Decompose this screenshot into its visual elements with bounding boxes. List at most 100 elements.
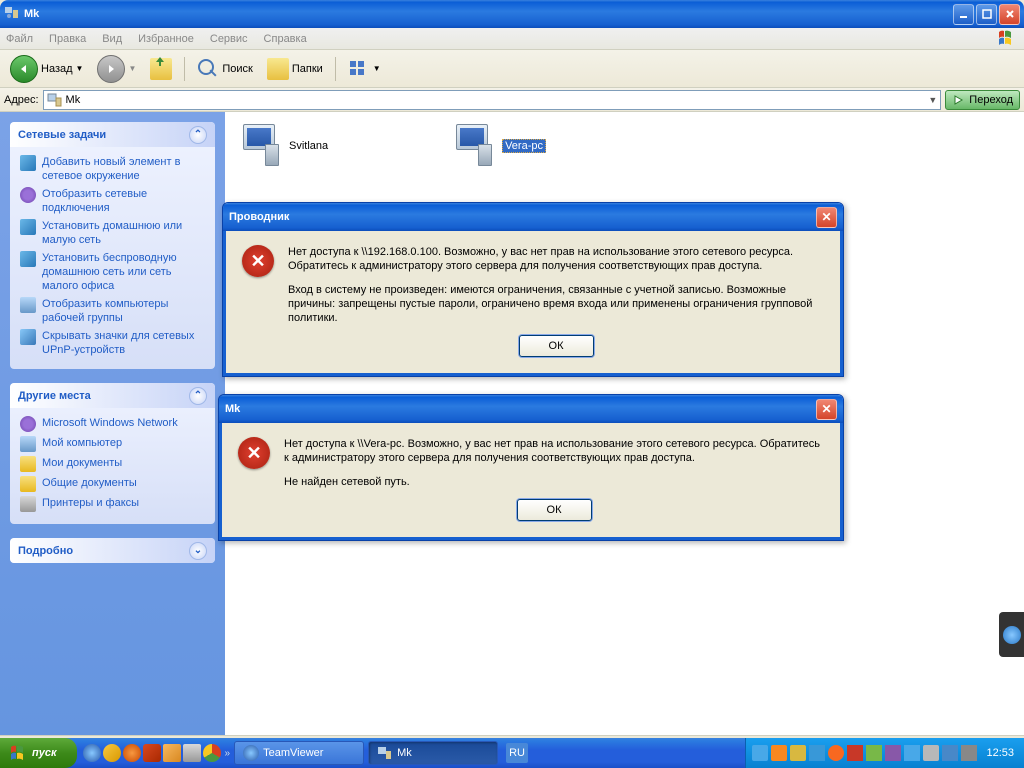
chrome-icon[interactable] bbox=[203, 744, 221, 762]
close-button[interactable] bbox=[999, 4, 1020, 25]
ie-icon[interactable] bbox=[83, 744, 101, 762]
app-icon[interactable] bbox=[103, 744, 121, 762]
tray-icon[interactable] bbox=[942, 745, 958, 761]
task-hide-upnp[interactable]: Скрывать значки для сетевых UPnP-устройс… bbox=[20, 329, 205, 357]
dialog-titlebar[interactable]: Проводник ✕ bbox=[223, 203, 843, 231]
tray-icon[interactable] bbox=[885, 745, 901, 761]
place-ms-network[interactable]: Microsoft Windows Network bbox=[20, 416, 205, 432]
task-label: Отобразить компьютеры рабочей группы bbox=[42, 297, 205, 325]
go-button[interactable]: Переход bbox=[945, 90, 1020, 110]
task-label: Установить беспроводную домашнюю сеть ил… bbox=[42, 251, 205, 293]
place-label: Microsoft Windows Network bbox=[42, 416, 178, 430]
panel-header[interactable]: Сетевые задачи ⌃ bbox=[10, 122, 215, 147]
clock[interactable]: 12:53 bbox=[986, 747, 1014, 759]
menu-file[interactable]: Файл bbox=[6, 33, 33, 45]
forward-button[interactable]: ▼ bbox=[91, 53, 142, 85]
toolbar: Назад ▼ ▼ Поиск Папки ▼ bbox=[0, 50, 1024, 88]
expand-icon: ⌄ bbox=[189, 542, 207, 560]
menu-help[interactable]: Справка bbox=[264, 33, 307, 45]
place-my-documents[interactable]: Мои документы bbox=[20, 456, 205, 472]
dropdown-icon[interactable]: ▼ bbox=[928, 95, 937, 105]
computer-vera-pc[interactable]: Vera-pc bbox=[448, 122, 628, 170]
tray-icon[interactable] bbox=[771, 745, 787, 761]
tray-icon[interactable] bbox=[828, 745, 844, 761]
address-input[interactable]: Mk ▼ bbox=[43, 90, 942, 110]
details-panel: Подробно ⌄ bbox=[10, 538, 215, 563]
dialog-close-button[interactable]: ✕ bbox=[816, 399, 837, 420]
dialog-titlebar[interactable]: Mk ✕ bbox=[219, 395, 843, 423]
dialog-close-button[interactable]: ✕ bbox=[816, 207, 837, 228]
tray-icon[interactable] bbox=[904, 745, 920, 761]
menu-tools[interactable]: Сервис bbox=[210, 33, 248, 45]
tray-icon[interactable] bbox=[847, 745, 863, 761]
folder-icon bbox=[20, 456, 36, 472]
tray-icon[interactable] bbox=[752, 745, 768, 761]
place-shared-documents[interactable]: Общие документы bbox=[20, 476, 205, 492]
task-label: Mk bbox=[397, 747, 412, 759]
dropdown-icon: ▼ bbox=[373, 64, 381, 73]
up-button[interactable] bbox=[144, 56, 178, 82]
app-icon[interactable] bbox=[163, 744, 181, 762]
folders-button[interactable]: Папки bbox=[261, 56, 329, 82]
home-net-icon bbox=[20, 219, 36, 235]
ok-button[interactable]: ОК bbox=[517, 499, 592, 521]
menu-favorites[interactable]: Избранное bbox=[138, 33, 194, 45]
tray-icon[interactable] bbox=[790, 745, 806, 761]
computer-label: Svitlana bbox=[289, 140, 328, 152]
dialog-title-text: Mk bbox=[225, 403, 240, 415]
teamviewer-icon bbox=[243, 745, 259, 761]
menu-view[interactable]: Вид bbox=[102, 33, 122, 45]
menu-edit[interactable]: Правка bbox=[49, 33, 86, 45]
system-tray: 12:53 bbox=[745, 738, 1024, 768]
app-icon[interactable] bbox=[143, 744, 161, 762]
globe-icon bbox=[20, 416, 36, 432]
task-setup-wireless[interactable]: Установить беспроводную домашнюю сеть ил… bbox=[20, 251, 205, 293]
task-show-connections[interactable]: Отобразить сетевые подключения bbox=[20, 187, 205, 215]
address-label: Адрес: bbox=[4, 94, 39, 106]
ok-button[interactable]: ОК bbox=[519, 335, 594, 357]
app-icon bbox=[377, 745, 393, 761]
task-setup-home-network[interactable]: Установить домашнюю или малую сеть bbox=[20, 219, 205, 247]
volume-icon[interactable] bbox=[923, 745, 939, 761]
computer-svitlana[interactable]: Svitlana bbox=[235, 122, 415, 170]
back-button[interactable]: Назад ▼ bbox=[4, 53, 89, 85]
dropdown-icon: ▼ bbox=[76, 64, 84, 73]
app-icon[interactable] bbox=[183, 744, 201, 762]
tray-icon[interactable] bbox=[961, 745, 977, 761]
minimize-button[interactable] bbox=[953, 4, 974, 25]
windows-logo-icon bbox=[998, 29, 1018, 49]
collapse-icon: ⌃ bbox=[189, 387, 207, 405]
search-button[interactable]: Поиск bbox=[191, 56, 258, 82]
panel-header[interactable]: Подробно ⌄ bbox=[10, 538, 215, 563]
views-button[interactable]: ▼ bbox=[342, 56, 387, 82]
tray-icon[interactable] bbox=[866, 745, 882, 761]
back-icon bbox=[10, 55, 38, 83]
wireless-icon bbox=[20, 251, 36, 267]
lang-text: RU bbox=[509, 747, 525, 759]
maximize-button[interactable] bbox=[976, 4, 997, 25]
task-show-workgroup[interactable]: Отобразить компьютеры рабочей группы bbox=[20, 297, 205, 325]
taskbar-teamviewer[interactable]: TeamViewer bbox=[234, 741, 364, 765]
task-label: Скрывать значки для сетевых UPnP-устройс… bbox=[42, 329, 205, 357]
computer-icon bbox=[235, 122, 283, 170]
place-my-computer[interactable]: Мой компьютер bbox=[20, 436, 205, 452]
go-icon bbox=[952, 93, 966, 107]
menu-bar: Файл Правка Вид Избранное Сервис Справка bbox=[0, 28, 1024, 50]
search-icon bbox=[197, 58, 219, 80]
place-printers[interactable]: Принтеры и факсы bbox=[20, 496, 205, 512]
taskbar-mk[interactable]: Mk bbox=[368, 741, 498, 765]
task-label: TeamViewer bbox=[263, 747, 323, 759]
folder-up-icon bbox=[150, 58, 172, 80]
tray-icon[interactable] bbox=[809, 745, 825, 761]
language-indicator[interactable]: RU bbox=[506, 743, 528, 763]
workgroup-icon bbox=[20, 297, 36, 313]
chevron-right-icon[interactable]: » bbox=[225, 748, 231, 759]
dialog-message-1: Нет доступа к \\192.168.0.100. Возможно,… bbox=[288, 245, 824, 273]
firefox-icon[interactable] bbox=[123, 744, 141, 762]
task-add-network-place[interactable]: Добавить новый элемент в сетевое окружен… bbox=[20, 155, 205, 183]
printer-icon bbox=[20, 496, 36, 512]
panel-header[interactable]: Другие места ⌃ bbox=[10, 383, 215, 408]
start-button[interactable]: пуск bbox=[0, 738, 77, 768]
teamviewer-widget[interactable] bbox=[999, 612, 1024, 657]
teamviewer-icon bbox=[1003, 626, 1021, 644]
